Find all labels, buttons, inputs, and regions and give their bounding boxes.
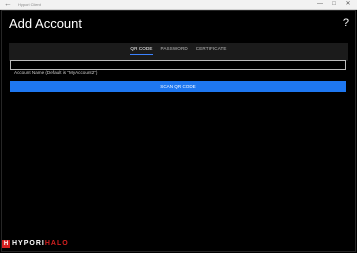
tab-bar: QR CODE PASSWORD CERTIFICATE — [9, 43, 348, 55]
back-arrow-icon[interactable]: ← — [4, 0, 12, 9]
logo-text-main: HYPORI — [12, 240, 45, 247]
tab-certificate[interactable]: CERTIFICATE — [196, 44, 227, 54]
tab-panel: QR CODE PASSWORD CERTIFICATE — [9, 43, 348, 61]
window-controls: — □ ✕ — [313, 0, 355, 9]
help-icon[interactable]: ? — [343, 16, 349, 30]
close-button[interactable]: ✕ — [341, 0, 355, 9]
maximize-button[interactable]: □ — [327, 0, 341, 9]
window-titlebar: ← Hypori Client — □ ✕ — [0, 0, 357, 10]
app-title: Hypori Client — [18, 2, 41, 7]
page-title: Add Account — [9, 16, 82, 31]
scan-qr-code-button[interactable]: SCAN QR CODE — [10, 81, 346, 92]
account-name-input[interactable] — [11, 69, 348, 77]
account-name-field-box — [10, 60, 348, 77]
logo-mark-icon: H — [2, 240, 10, 248]
logo-text: HYPORIHALO — [12, 239, 69, 249]
hypori-halo-logo: H HYPORIHALO — [2, 239, 69, 249]
minimize-button[interactable]: — — [313, 0, 327, 9]
logo-text-accent: HALO — [44, 240, 69, 247]
tab-password[interactable]: PASSWORD — [161, 44, 188, 54]
tab-qr-code[interactable]: QR CODE — [130, 44, 153, 55]
